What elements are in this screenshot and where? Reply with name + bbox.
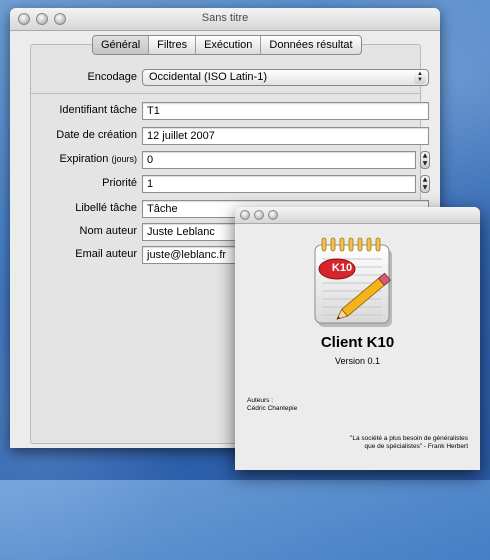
expiration-stepper[interactable]: ▲ ▼ <box>420 151 430 169</box>
quote-line-2: que de spécialistes" - Frank Herbert <box>364 443 468 450</box>
creation-date-input[interactable]: 12 juillet 2007 <box>142 127 429 145</box>
creation-date-row: Date de création 12 juillet 2007 <box>31 127 429 145</box>
authors-label: Auteurs : <box>247 397 274 404</box>
author-email-label: Email auteur <box>75 248 137 260</box>
encoding-label: Encodage <box>87 71 137 83</box>
tab-execution[interactable]: Exécution <box>196 36 262 54</box>
creation-date-label: Date de création <box>56 129 137 141</box>
priority-label: Priorité <box>102 177 137 189</box>
tab-filters[interactable]: Filtres <box>149 36 197 54</box>
quote-line-1: "La société a plus besoin de généraliste… <box>350 435 468 442</box>
title-bar[interactable]: Sans titre <box>10 8 440 31</box>
select-arrows-icon: ▲ ▼ <box>414 71 426 84</box>
priority-stepper[interactable]: ▲ ▼ <box>420 175 430 193</box>
icon-label-text: K10 <box>331 262 353 274</box>
task-id-row: Identifiant tâche T1 <box>31 102 429 120</box>
about-window: K10 Client K10 Version 0.1 Auteurs : Céd… <box>235 207 480 470</box>
quote: "La société a plus besoin de généraliste… <box>288 435 468 451</box>
tab-general[interactable]: Général <box>93 36 150 54</box>
task-id-input[interactable]: T1 <box>142 102 429 120</box>
task-label-label: Libellé tâche <box>75 202 137 214</box>
app-name: Client K10 <box>320 334 395 351</box>
separator <box>31 93 420 94</box>
notepad-pencil-icon <box>314 237 392 327</box>
encoding-row: Encodage Occidental (ISO Latin-1) ▲ ▼ <box>31 69 429 87</box>
expiration-label: Expiration (jours) <box>59 153 138 165</box>
about-title-bar[interactable] <box>235 207 480 224</box>
authors-block: Auteurs : Cédric Chantepie <box>247 397 297 413</box>
window-title: Sans titre <box>201 12 249 24</box>
task-id-label: Identifiant tâche <box>59 104 137 116</box>
priority-row: Priorité 1 ▲ ▼ <box>31 175 430 193</box>
expiration-input[interactable]: 0 <box>142 151 416 169</box>
encoding-value: Occidental (ISO Latin-1) <box>149 71 267 83</box>
tab-result-data[interactable]: Données résultat <box>261 36 360 54</box>
app-version: Version 0.1 <box>334 356 381 366</box>
zoom-button[interactable] <box>268 210 278 220</box>
priority-input[interactable]: 1 <box>142 175 416 193</box>
minimize-button[interactable] <box>254 210 264 220</box>
expiration-row: Expiration (jours) 0 ▲ ▼ <box>31 151 430 169</box>
author-name: Cédric Chantepie <box>247 405 298 412</box>
encoding-select[interactable]: Occidental (ISO Latin-1) ▲ ▼ <box>142 69 429 86</box>
tab-bar: Général Filtres Exécution Données résult… <box>92 35 362 55</box>
author-name-label: Nom auteur <box>79 225 137 237</box>
expiration-unit: (jours) <box>111 154 137 164</box>
close-button[interactable] <box>240 210 250 220</box>
